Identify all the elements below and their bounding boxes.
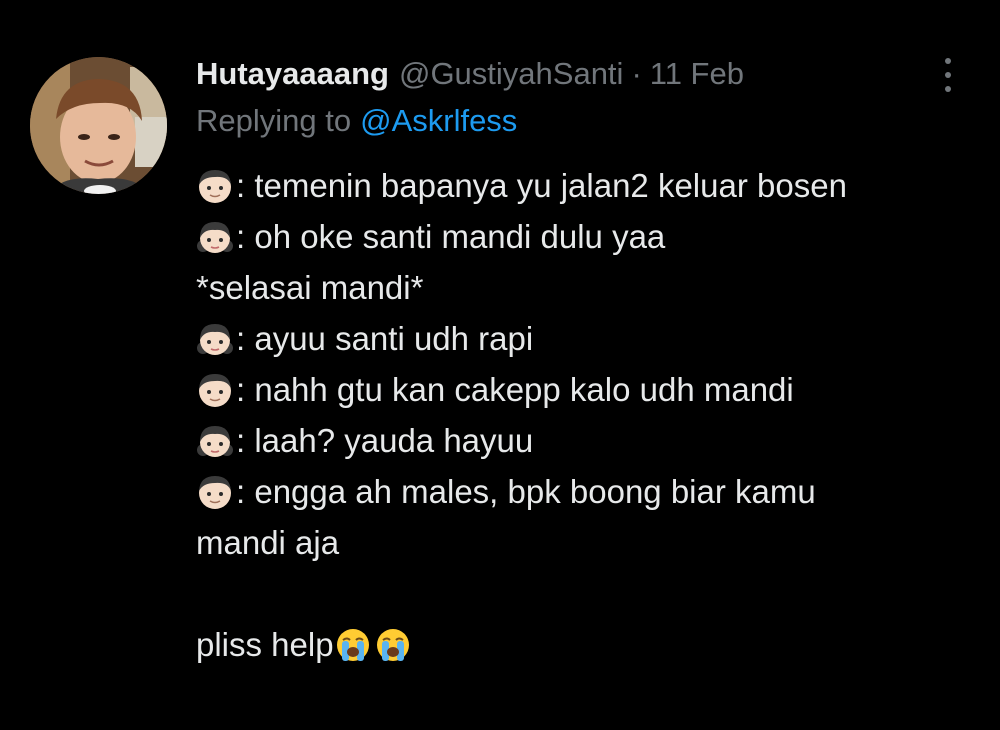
replying-mention-link[interactable]: @Askrlfess [360,103,517,139]
tweet-line-text: : engga ah males, bpk boong biar kamu [236,473,816,510]
display-name[interactable]: Hutayaaaang [196,56,389,92]
tweet-body: : temenin bapanya yu jalan2 keluar bosen… [196,160,976,670]
girl-icon [196,422,234,460]
replying-to: Replying to @Askrlfess [196,96,976,146]
more-dot [945,58,951,64]
girl-icon [196,320,234,358]
tweet-line-text: mandi aja [196,524,340,561]
tweet-line: : temenin bapanya yu jalan2 keluar bosen [196,160,976,211]
tweet-line: mandi aja [196,517,976,568]
man-icon [196,371,234,409]
tweet-closing-line: pliss help [196,619,976,670]
tweet-date[interactable]: 11 Feb [650,56,744,92]
avatar-photo-icon [30,57,167,194]
avatar[interactable] [30,57,167,194]
tweet-closing-text: pliss help [196,626,334,663]
more-dot [945,86,951,92]
man-icon [196,167,234,205]
tweet-line: *selasai mandi* [196,262,976,313]
header-separator: · [631,56,642,91]
loudly-crying-face-icon [374,626,412,664]
man-icon [196,473,234,511]
tweet-content: Hutayaaaang @GustiyahSanti · 11 Feb Repl… [196,52,976,670]
tweet-line: : engga ah males, bpk boong biar kamu [196,466,976,517]
tweet-line-text: : laah? yauda hayuu [236,422,534,459]
loudly-crying-face-icon [334,626,372,664]
tweet-line-text: : ayuu santi udh rapi [236,320,534,357]
more-dot [945,72,951,78]
tweet[interactable]: Hutayaaaang @GustiyahSanti · 11 Feb Repl… [0,0,1000,730]
tweet-line-text: : temenin bapanya yu jalan2 keluar bosen [236,167,847,204]
tweet-line: : nahh gtu kan cakepp kalo udh mandi [196,364,976,415]
tweet-header: Hutayaaaang @GustiyahSanti · 11 Feb [196,52,976,96]
replying-prefix: Replying to [196,103,352,138]
more-options-icon[interactable] [936,58,960,92]
tweet-line-text: : oh oke santi mandi dulu yaa [236,218,666,255]
tweet-line-text: : nahh gtu kan cakepp kalo udh mandi [236,371,794,408]
tweet-line-text: *selasai mandi* [196,269,424,306]
tweet-line: : oh oke santi mandi dulu yaa [196,211,976,262]
user-handle[interactable]: @GustiyahSanti [399,56,623,92]
tweet-line: : ayuu santi udh rapi [196,313,976,364]
girl-icon [196,218,234,256]
tweet-line: : laah? yauda hayuu [196,415,976,466]
